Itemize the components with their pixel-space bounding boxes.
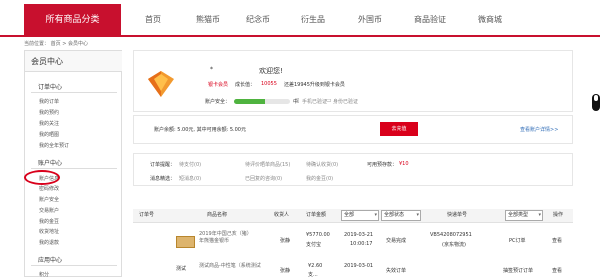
phone-verified-status: 手机已验证 — [302, 99, 328, 105]
column-order-number: 订单号 — [139, 212, 155, 218]
sidebar-heading-order-center: 订单中心 — [38, 84, 63, 91]
available-deposit-value: ¥10 — [399, 161, 409, 167]
all-categories-button[interactable]: 所有商品分类 — [24, 4, 121, 37]
column-receiver: 收货人 — [274, 212, 290, 218]
growth-value: 10055 — [261, 81, 277, 87]
messages-label: 消息精选： — [150, 176, 176, 182]
sidebar-heading-app-center: 应用中心 — [38, 257, 63, 264]
recharge-button[interactable]: 去充值 — [380, 122, 418, 136]
order-type: 抽签预订订单 — [503, 268, 534, 274]
profile-card: * 欢迎您! 银卡会员 成长值： 10055 还差19945升级到银卡会员 账户… — [133, 50, 573, 112]
product-name[interactable]: 2019年中国己亥（猪）年熊猫金银币 — [199, 231, 253, 245]
nav-home[interactable]: 首页 — [145, 4, 161, 35]
breadcrumb-separator: > — [62, 41, 67, 47]
time-filter-select[interactable]: 全部 — [341, 210, 379, 221]
short-messages[interactable]: 短消息(0) — [179, 175, 201, 182]
highlight-circle — [24, 170, 60, 185]
receiver-name: 张静 — [280, 268, 291, 274]
sidebar-item-shipping-address[interactable]: 收货地址 — [39, 228, 59, 235]
nav-commemorative-coins[interactable]: 纪念币 — [246, 4, 270, 35]
reminders-card: 订单提醒： 待支付(0) 待评价晒单商品(15) 待确认收货(0) 可用预存款：… — [133, 153, 573, 186]
sidebar-item-trading-account[interactable]: 交易账户 — [39, 207, 59, 214]
nav-derivatives[interactable]: 衍生品 — [301, 4, 325, 35]
balance-card: 账户余额: 5.00元, 其中可用余额: 5.00元 去充值 查看账户详情>> — [133, 115, 573, 144]
order-time: 10:00:17 — [350, 241, 373, 247]
nav-product-verification[interactable]: 商品验证 — [414, 4, 446, 35]
security-label: 账户安全： — [205, 99, 231, 105]
upgrade-text: 还差19945升级到银卡会员 — [284, 82, 345, 88]
sidebar-heading-account-center: 账户中心 — [38, 160, 63, 167]
nav-micro-mall[interactable]: 微商城 — [478, 4, 502, 35]
breadcrumb: 当前位置： 首页 > 会员中心 — [24, 40, 88, 47]
order-status: 失效订单 — [386, 268, 407, 274]
order-date: 2019-03-01 — [344, 263, 374, 269]
status-filter-select[interactable]: 全部状态 — [381, 210, 421, 221]
order-date: 2019-03-21 — [344, 232, 374, 238]
gold-beans-count[interactable]: 我的金豆(0) — [306, 175, 333, 182]
sidebar-item-annual-booking[interactable]: 我的全年预订 — [39, 142, 69, 149]
courier-name: (京东物流) — [442, 242, 466, 248]
receiver-name: 张静 — [280, 238, 291, 244]
sidebar-item-my-follows[interactable]: 我的关注 — [39, 120, 59, 127]
member-level: 银卡会员 — [208, 82, 229, 88]
nav-panda-coins[interactable]: 熊猫币 — [196, 4, 220, 35]
available-deposit-label: 可用预存款： — [367, 162, 398, 168]
phone-icon: ▯ — [296, 97, 300, 104]
product-thumbnail[interactable] — [176, 236, 195, 248]
type-filter-select[interactable]: 全部类型 — [505, 210, 543, 221]
sidebar-title: 会员中心 — [25, 51, 122, 72]
sidebar-item-my-photos[interactable]: 我的晒图 — [39, 131, 59, 138]
breadcrumb-home[interactable]: 首页 — [51, 41, 61, 47]
breadcrumb-prefix: 当前位置： — [24, 41, 50, 47]
pending-payment[interactable]: 待支付(0) — [179, 161, 201, 168]
view-order-link[interactable]: 查看 — [552, 267, 562, 274]
replied-inquiries[interactable]: 已回复的咨询(0) — [245, 175, 282, 182]
payment-method: 支付宝 — [306, 242, 322, 248]
order-amount: ¥2.60 — [308, 263, 323, 269]
identity-verified-status: 身份已验证 — [333, 99, 359, 105]
username: * — [210, 66, 213, 73]
order-type: PC订单 — [509, 238, 526, 244]
id-card-icon: ▭ — [326, 97, 332, 104]
column-order-amount: 订单金额 — [306, 212, 327, 218]
top-navbar: 所有商品分类 首页 熊猫币 纪念币 衍生品 外国币 商品验证 微商城 — [0, 0, 600, 37]
sidebar-divider — [31, 168, 117, 169]
pending-receipt[interactable]: 待确认收货(0) — [306, 161, 338, 168]
column-tracking-number: 快递单号 — [447, 212, 468, 218]
order-reminder-label: 订单提醒： — [150, 162, 176, 168]
growth-label: 成长值： — [235, 82, 256, 88]
view-order-link[interactable]: 查看 — [552, 237, 562, 244]
gold-diamond-icon — [148, 71, 174, 97]
balance-text: 账户余额: 5.00元, 其中可用余额: 5.00元 — [154, 127, 246, 133]
sidebar-item-account-security[interactable]: 账户安全 — [39, 196, 59, 203]
welcome-greeting: 欢迎您! — [259, 67, 283, 75]
sidebar-item-change-password[interactable]: 密码修改 — [39, 185, 59, 192]
product-name[interactable]: 测试商品-中性笔（系统测试 — [199, 262, 261, 269]
sidebar-divider — [31, 265, 117, 266]
security-progress-bar — [234, 99, 290, 104]
account-details-link[interactable]: 查看账户详情>> — [520, 126, 558, 133]
member-sidebar: 会员中心 订单中心 我的订单 我的预约 我的关注 我的晒图 我的全年预订 账户中… — [24, 50, 122, 278]
sidebar-divider — [31, 92, 117, 93]
panda-mascot-face — [594, 95, 598, 101]
sidebar-item-my-refunds[interactable]: 我的退款 — [39, 239, 59, 246]
column-actions: 操作 — [553, 212, 564, 218]
security-progress-fill — [234, 99, 265, 104]
breadcrumb-current: 会员中心 — [68, 41, 89, 47]
sidebar-item-my-reservations[interactable]: 我的预约 — [39, 109, 59, 116]
product-label-prefix: 测试 — [176, 266, 187, 272]
order-status: 交易完成 — [386, 238, 407, 244]
tracking-number[interactable]: VB54208072951 — [430, 232, 472, 238]
sidebar-item-my-gold-beans[interactable]: 我的金豆 — [39, 218, 59, 225]
order-amount: ¥5770.00 — [306, 232, 330, 238]
sidebar-item-my-orders[interactable]: 我的订单 — [39, 98, 59, 105]
nav-foreign-coins[interactable]: 外国币 — [358, 4, 382, 35]
pending-reviews[interactable]: 待评价晒单商品(15) — [245, 161, 290, 168]
column-product-name: 商品名称 — [207, 212, 228, 218]
